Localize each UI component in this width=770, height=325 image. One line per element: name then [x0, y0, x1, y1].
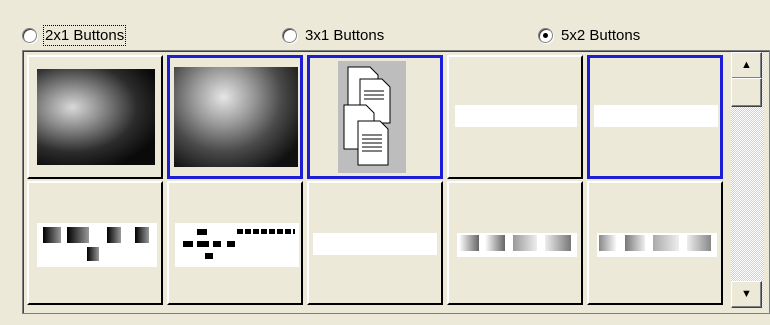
thumbnail-button-7[interactable]	[167, 181, 303, 305]
periapical-xray-image	[174, 67, 298, 167]
scroll-thumb[interactable]	[731, 78, 762, 107]
thumbnail-grid	[22, 50, 770, 314]
thumbnail-button-10[interactable]	[587, 181, 723, 305]
radio-3x1-circle[interactable]	[282, 27, 297, 43]
radio-3x1-buttons[interactable]: 3x1 Buttons	[282, 22, 384, 48]
thumbnail-button-3[interactable]	[307, 55, 443, 179]
radio-2x1-buttons[interactable]: 2x1 Buttons	[22, 22, 127, 48]
thumbnail-button-6[interactable]	[27, 181, 163, 305]
image-strip	[457, 233, 577, 257]
radio-selected-dot-icon	[543, 32, 548, 38]
thumbnail-button-5[interactable]	[587, 55, 723, 179]
mount-template-image	[37, 223, 157, 267]
triangle-up-icon: ▲	[741, 59, 752, 71]
radio-5x2-buttons[interactable]: 5x2 Buttons	[538, 22, 640, 48]
blank-strip-image	[594, 105, 718, 127]
scroll-down-button[interactable]: ▼	[731, 281, 762, 308]
radio-2x1-label: 2x1 Buttons	[42, 24, 127, 46]
image-strip	[597, 233, 717, 257]
layout-options: 2x1 Buttons 3x1 Buttons 5x2 Buttons	[0, 22, 770, 48]
thumbnail-button-9[interactable]	[447, 181, 583, 305]
vertical-scrollbar[interactable]: ▲ ▼	[731, 52, 764, 308]
radio-2x1-circle[interactable]	[22, 27, 37, 43]
documents-icon	[338, 61, 406, 173]
thumbnail-button-2[interactable]	[167, 55, 303, 179]
thumbnail-button-8[interactable]	[307, 181, 443, 305]
bitewing-xray-image	[37, 69, 155, 165]
documents-glyph-icon	[343, 66, 391, 166]
triangle-down-icon: ▼	[741, 288, 752, 300]
mount-template-image	[175, 223, 299, 267]
radio-5x2-label: 5x2 Buttons	[561, 26, 641, 44]
blank-strip-image	[455, 105, 577, 127]
thumbnail-button-1[interactable]	[27, 55, 163, 179]
radio-3x1-label: 3x1 Buttons	[305, 26, 385, 44]
blank-strip-image	[313, 233, 437, 255]
scroll-up-button[interactable]: ▲	[731, 52, 762, 79]
thumbnail-button-4[interactable]	[447, 55, 583, 179]
radio-5x2-circle[interactable]	[538, 27, 553, 43]
